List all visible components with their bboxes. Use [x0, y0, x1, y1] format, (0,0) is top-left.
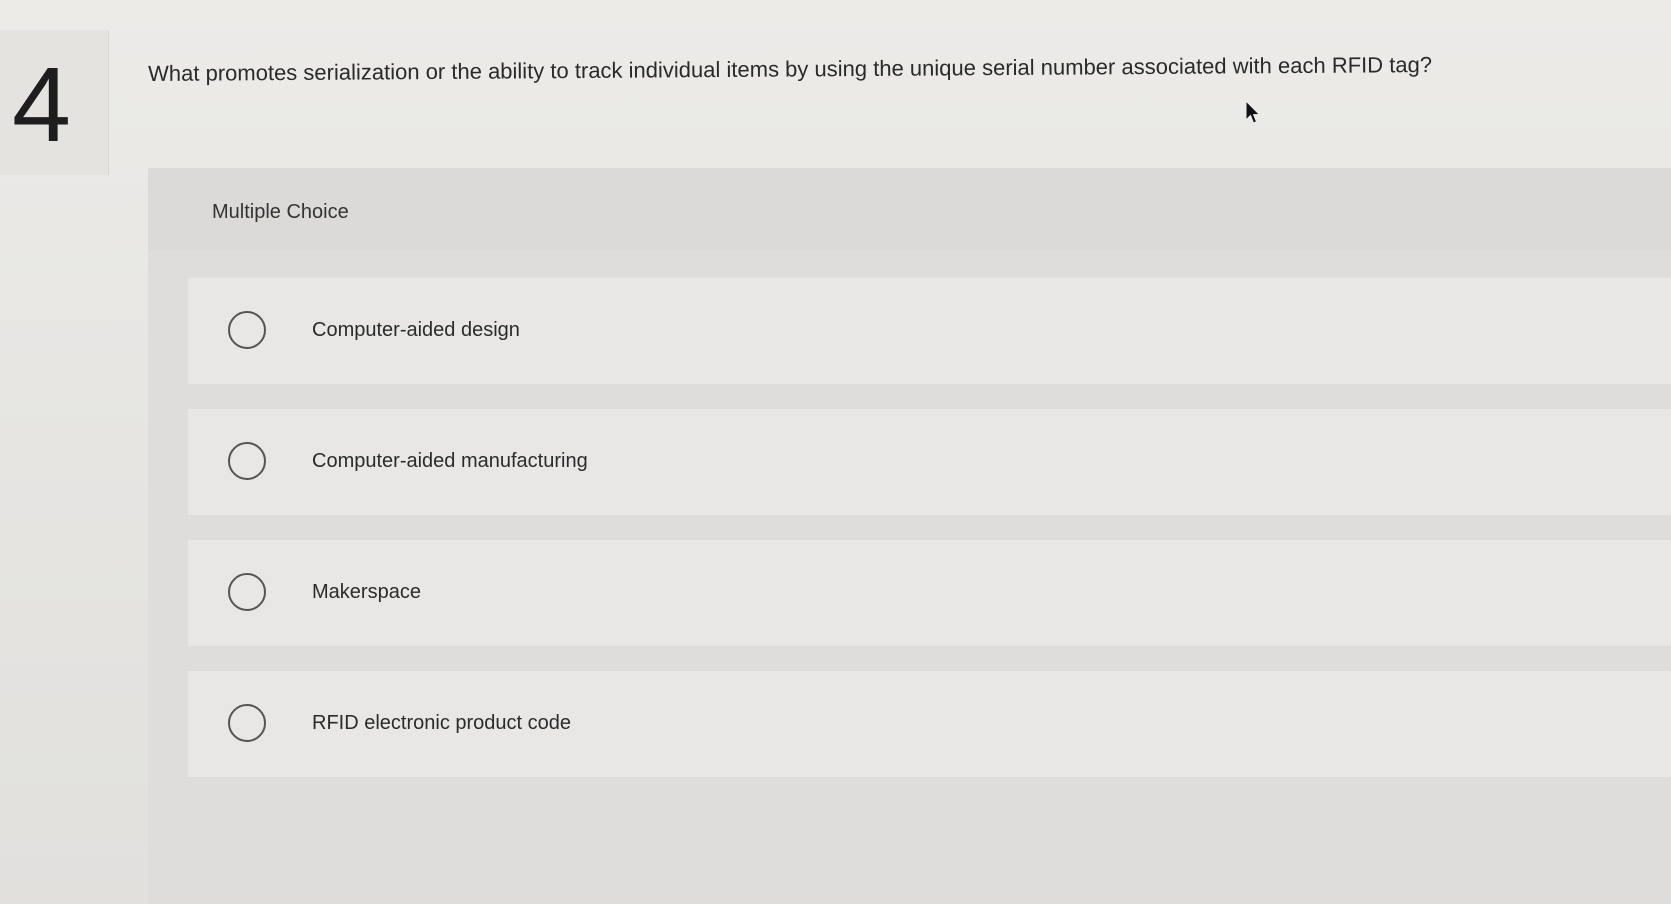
choices-header: Multiple Choice	[148, 168, 1671, 250]
mouse-pointer-icon	[1245, 100, 1261, 124]
radio-unselected-icon[interactable]	[228, 311, 266, 349]
multiple-choice-label: Multiple Choice	[212, 201, 349, 223]
choices-panel: Multiple Choice Computer-aided design Co…	[148, 168, 1671, 904]
option-label: Makerspace	[312, 581, 421, 603]
question-number: 4	[12, 46, 71, 164]
option-label: Computer-aided manufacturing	[312, 450, 588, 472]
radio-unselected-icon[interactable]	[228, 573, 266, 611]
option-row-makerspace[interactable]: Makerspace	[188, 540, 1671, 646]
option-row-computer-aided-manufacturing[interactable]: Computer-aided manufacturing	[188, 409, 1671, 515]
option-row-rfid-electronic-product-code[interactable]: RFID electronic product code	[188, 671, 1671, 777]
option-row-computer-aided-design[interactable]: Computer-aided design	[188, 278, 1671, 384]
radio-unselected-icon[interactable]	[228, 704, 266, 742]
option-label: RFID electronic product code	[312, 712, 572, 734]
radio-unselected-icon[interactable]	[228, 442, 266, 480]
option-label: Computer-aided design	[312, 319, 520, 341]
